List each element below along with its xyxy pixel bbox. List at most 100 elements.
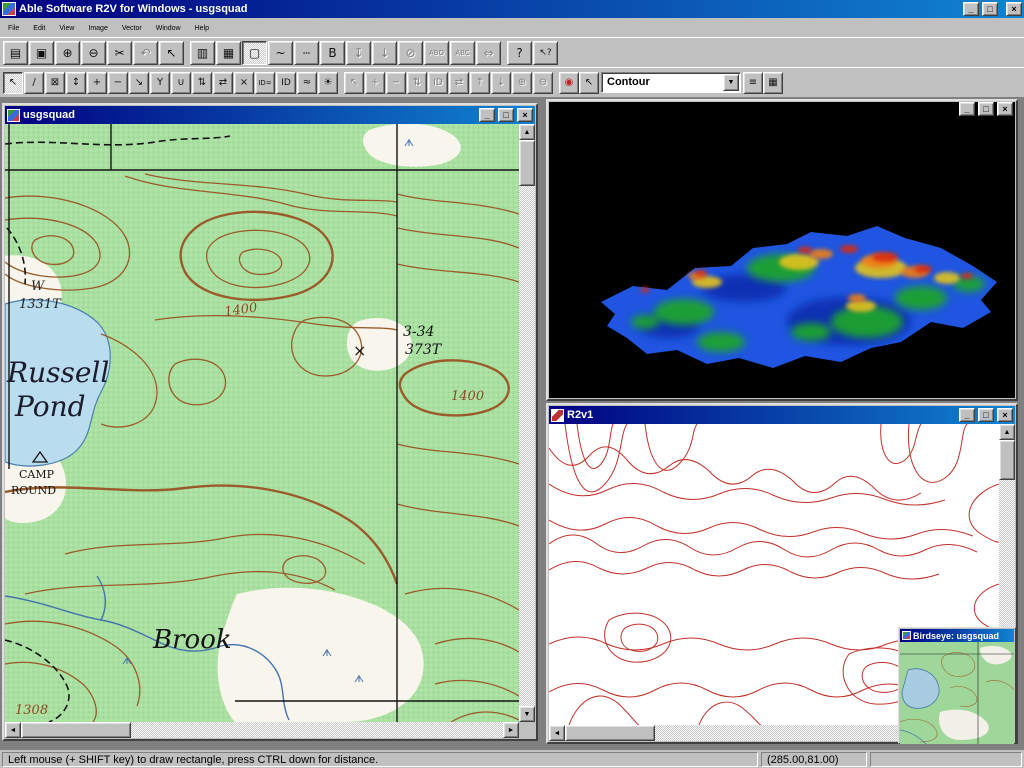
split-line-button[interactable]: Y: [150, 72, 170, 94]
window-usgsquad[interactable]: usgsquad _ □ ×: [2, 103, 538, 741]
scroll-right-button[interactable]: ►: [503, 722, 519, 738]
map-canvas[interactable]: W 1331T Russell Pond CAMP ROUND Brook 14…: [5, 124, 519, 722]
3d-close-button[interactable]: ×: [997, 102, 1013, 116]
menu-edit[interactable]: Edit: [26, 19, 52, 36]
layer-combo[interactable]: Contour ▼: [601, 72, 741, 93]
vertex-flip-button[interactable]: ⇅: [407, 72, 427, 94]
menu-window[interactable]: Window: [149, 19, 188, 36]
vertex-add-button[interactable]: +: [365, 72, 385, 94]
label-button[interactable]: B: [320, 41, 345, 65]
flip-line-button[interactable]: ⇅: [192, 72, 212, 94]
window-3d-view[interactable]: _ □ ×: [546, 99, 1018, 401]
usgsquad-maximize-button[interactable]: □: [498, 108, 514, 122]
label-russell: Russell: [6, 356, 109, 389]
vertex-swap-button[interactable]: ⇄: [449, 72, 469, 94]
vertex-pointer-button[interactable]: ↖: [344, 72, 364, 94]
3d-minimize-button[interactable]: _: [959, 102, 975, 116]
r2v1-minimize-button[interactable]: _: [959, 408, 975, 422]
select-area-button[interactable]: ▢: [242, 41, 267, 65]
app-close-button[interactable]: ×: [1006, 2, 1022, 16]
scroll-left-button[interactable]: ◄: [5, 722, 21, 738]
layer-marker-button[interactable]: ◉: [559, 72, 579, 94]
usgsquad-minimize-button[interactable]: _: [479, 108, 495, 122]
undo-button[interactable]: ↶: [133, 41, 158, 65]
text-abo-button[interactable]: ABO: [424, 41, 449, 65]
scroll-up-button[interactable]: ▲: [999, 424, 1015, 440]
birdseye-titlebar[interactable]: Birdseye: usgsquad: [900, 629, 1014, 642]
vertex-down-button[interactable]: ↓: [491, 72, 511, 94]
scroll-track[interactable]: [21, 722, 503, 738]
status-message: Left mouse (+ SHIFT key) to draw rectang…: [2, 752, 758, 767]
menu-view[interactable]: View: [52, 19, 81, 36]
window-birdseye[interactable]: Birdseye: usgsquad: [898, 627, 1016, 744]
3d-view-titlebar[interactable]: _ □ ×: [549, 102, 1015, 116]
layer-pick-button[interactable]: ↖: [579, 72, 599, 94]
vector-display-button[interactable]: ~: [268, 41, 293, 65]
r2v1-maximize-button[interactable]: □: [978, 408, 994, 422]
join-line-button[interactable]: ∪: [171, 72, 191, 94]
node-display-button[interactable]: ┄: [294, 41, 319, 65]
line-list-button[interactable]: ≡: [743, 72, 763, 94]
erase-button[interactable]: ⊠: [45, 72, 65, 94]
print-button[interactable]: ▤: [3, 41, 28, 65]
usgsquad-close-button[interactable]: ×: [517, 108, 533, 122]
pointer-button[interactable]: ↖: [159, 41, 184, 65]
vertex-delete-button[interactable]: −: [386, 72, 406, 94]
add-node-button[interactable]: +: [87, 72, 107, 94]
scroll-thumb[interactable]: [999, 440, 1015, 480]
text-abc-button[interactable]: ABC: [450, 41, 475, 65]
vertex-up-button[interactable]: ↑: [470, 72, 490, 94]
3d-terrain-canvas[interactable]: [549, 116, 1015, 398]
usgsquad-titlebar[interactable]: usgsquad _ □ ×: [5, 106, 535, 124]
draw-line-button[interactable]: /: [24, 72, 44, 94]
palette-button[interactable]: ▦: [216, 41, 241, 65]
pin-button[interactable]: ↧: [346, 41, 371, 65]
forbid-button[interactable]: ⊘: [398, 41, 423, 65]
zoom-out-button[interactable]: ⊖: [81, 41, 106, 65]
capture-button[interactable]: ▣: [29, 41, 54, 65]
pan-button[interactable]: ⇔: [476, 41, 501, 65]
vertex-zoom-out-button[interactable]: ⊖: [533, 72, 553, 94]
r2v1-titlebar[interactable]: R2v1 _ □ ×: [549, 406, 1015, 424]
usgsquad-hscrollbar[interactable]: ◄ ►: [5, 722, 519, 738]
zoom-out-icon: ⊖: [539, 77, 547, 88]
app-titlebar[interactable]: Able Software R2V for Windows - usgsquad…: [0, 0, 1024, 18]
layer-table-button[interactable]: ▦: [763, 72, 783, 94]
help-button[interactable]: ?: [507, 41, 532, 65]
scroll-down-button[interactable]: ▼: [519, 706, 535, 722]
delete-line-button[interactable]: ×: [234, 72, 254, 94]
menu-image[interactable]: Image: [81, 19, 114, 36]
birdseye-canvas[interactable]: [900, 642, 1014, 744]
scroll-thumb[interactable]: [519, 140, 535, 186]
smooth-line-button[interactable]: ≈: [297, 72, 317, 94]
show-id-button[interactable]: ID: [276, 72, 296, 94]
drop-button[interactable]: ↓: [372, 41, 397, 65]
usgsquad-vscrollbar[interactable]: ▲ ▼: [519, 124, 535, 722]
r2v1-close-button[interactable]: ×: [997, 408, 1013, 422]
scroll-thumb[interactable]: [21, 722, 131, 738]
scroll-thumb[interactable]: [565, 725, 655, 741]
snap-node-button[interactable]: ↘: [129, 72, 149, 94]
move-vertex-button[interactable]: ↕: [66, 72, 86, 94]
app-maximize-button[interactable]: □: [982, 2, 998, 16]
scroll-up-button[interactable]: ▲: [519, 124, 535, 140]
scroll-track[interactable]: [519, 140, 535, 706]
cut-button[interactable]: ✂: [107, 41, 132, 65]
app-minimize-button[interactable]: _: [963, 2, 979, 16]
reverse-line-button[interactable]: ⇄: [213, 72, 233, 94]
vertex-zoom-in-button[interactable]: ⊕: [512, 72, 532, 94]
3d-maximize-button[interactable]: □: [978, 102, 994, 116]
combo-dropdown-button[interactable]: ▼: [723, 74, 739, 91]
scroll-left-button[interactable]: ◄: [549, 725, 565, 741]
menu-file[interactable]: File: [1, 19, 26, 36]
assign-id-button[interactable]: ID=: [255, 72, 275, 94]
menu-vector[interactable]: Vector: [115, 19, 149, 36]
context-help-button[interactable]: ↖?: [533, 41, 558, 65]
edit-pointer-button[interactable]: ↖: [3, 72, 23, 94]
zoom-in-button[interactable]: ⊕: [55, 41, 80, 65]
image-view-button[interactable]: ▥: [190, 41, 215, 65]
delete-node-button[interactable]: −: [108, 72, 128, 94]
vertex-id-button[interactable]: ID: [428, 72, 448, 94]
elevation-button[interactable]: ☀: [318, 72, 338, 94]
menu-help[interactable]: Help: [188, 19, 216, 36]
